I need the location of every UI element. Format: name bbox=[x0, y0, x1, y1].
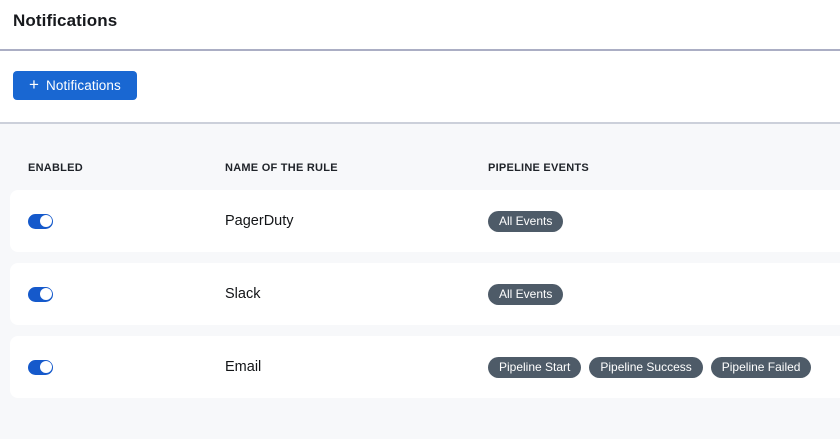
notifications-table: ENABLED NAME OF THE RULE PIPELINE EVENTS… bbox=[0, 122, 840, 439]
enabled-toggle[interactable] bbox=[28, 287, 53, 302]
table-body: PagerDuty All Events Slack All Events Em… bbox=[0, 190, 840, 398]
toggle-knob bbox=[40, 215, 52, 227]
add-notification-button[interactable]: + Notifications bbox=[13, 71, 137, 100]
table-header-row: ENABLED NAME OF THE RULE PIPELINE EVENTS bbox=[0, 124, 840, 190]
pipeline-events-cell: Pipeline Start Pipeline Success Pipeline F… bbox=[488, 357, 840, 378]
page-header: Notifications bbox=[0, 0, 840, 51]
rule-name: Slack bbox=[225, 286, 488, 302]
column-header-pipeline-events: PIPELINE EVENTS bbox=[488, 162, 840, 174]
pipeline-event-badge: All Events bbox=[488, 284, 563, 305]
add-notification-button-label: Notifications bbox=[46, 78, 121, 93]
table-row: Slack All Events bbox=[10, 263, 840, 325]
table-row: Email Pipeline StartPipeline SuccessPipe… bbox=[10, 336, 840, 398]
enabled-toggle[interactable] bbox=[28, 214, 53, 229]
pipeline-event-badge: Pipeline Failed bbox=[711, 357, 812, 378]
pipeline-events-cell: All Events bbox=[488, 284, 840, 305]
enabled-cell bbox=[28, 214, 225, 229]
page-title: Notifications bbox=[13, 11, 117, 31]
column-header-name: NAME OF THE RULE bbox=[225, 162, 488, 174]
enabled-toggle[interactable] bbox=[28, 360, 53, 375]
pipeline-event-badge: Pipeline Success bbox=[589, 357, 702, 378]
table-row: PagerDuty All Events bbox=[10, 190, 840, 252]
enabled-cell bbox=[28, 287, 225, 302]
toggle-knob bbox=[40, 288, 52, 300]
enabled-cell bbox=[28, 360, 225, 375]
rule-name: Email bbox=[225, 359, 488, 375]
notifications-page: Notifications + Notifications ENABLED NA… bbox=[0, 0, 840, 439]
plus-icon: + bbox=[29, 76, 39, 93]
rule-name: PagerDuty bbox=[225, 213, 488, 229]
toolbar: + Notifications bbox=[0, 51, 840, 120]
pipeline-events-cell: All Events bbox=[488, 211, 840, 232]
pipeline-event-badge: Pipeline Start bbox=[488, 357, 581, 378]
column-header-enabled: ENABLED bbox=[28, 162, 225, 174]
toggle-knob bbox=[40, 361, 52, 373]
pipeline-event-badge: All Events bbox=[488, 211, 563, 232]
